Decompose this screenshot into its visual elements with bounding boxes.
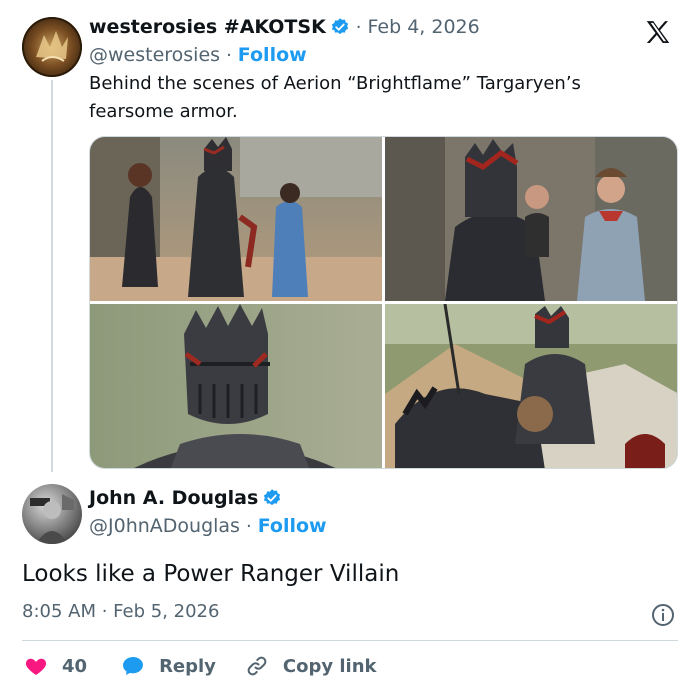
tweet-display-name[interactable]: westerosies #AKOTSK xyxy=(89,16,326,38)
verified-badge-icon xyxy=(331,18,348,35)
follow-button[interactable]: Follow xyxy=(238,44,307,66)
actions-divider xyxy=(22,640,678,641)
reply-text: Looks like a Power Ranger Villain xyxy=(22,561,400,587)
like-button[interactable]: 40 xyxy=(24,654,87,678)
reply-bubble-icon xyxy=(123,657,144,675)
copy-link-label: Copy link xyxy=(282,655,377,677)
copy-link-button[interactable]: Copy link xyxy=(245,654,377,678)
tweet-text: Behind the scenes of Aerion “Brightflame… xyxy=(89,73,581,122)
reply-handle[interactable]: @J0hnADouglas xyxy=(89,515,240,537)
reply-timestamp[interactable]: 8:05 AM · Feb 5, 2026 xyxy=(22,601,219,622)
heart-icon xyxy=(25,658,47,675)
subheader-separator: · xyxy=(226,44,232,66)
reply-follow-button[interactable]: Follow xyxy=(258,515,327,537)
info-icon[interactable] xyxy=(651,603,675,627)
link-icon xyxy=(247,656,267,676)
reply-subheader-separator: · xyxy=(245,515,252,537)
westerosies-avatar[interactable] xyxy=(22,17,82,77)
reply-display-name[interactable]: John A. Douglas xyxy=(89,487,258,509)
action-bar: 40 Reply Copy link xyxy=(24,652,377,680)
photo-helmet-closeup[interactable] xyxy=(90,304,382,468)
photo-armor-crew[interactable] xyxy=(385,137,677,301)
reply-label: Reply xyxy=(159,655,216,677)
photo-knight-horseback[interactable] xyxy=(385,304,677,468)
media-grid xyxy=(89,136,678,469)
verified-badge-icon xyxy=(264,489,281,506)
photo-armor-fitting[interactable] xyxy=(90,137,382,301)
reply-subheader: @J0hnADouglas · Follow xyxy=(89,515,327,537)
reply-button[interactable]: Reply xyxy=(121,654,216,678)
header-separator: · xyxy=(355,16,362,38)
tweet-handle[interactable]: @westerosies xyxy=(89,44,220,66)
tweet-header: westerosies #AKOTSK · Feb 4, 2026 xyxy=(89,16,480,38)
x-logo-icon[interactable] xyxy=(640,18,676,48)
thread-connector-line xyxy=(51,80,53,472)
tweet-date[interactable]: Feb 4, 2026 xyxy=(368,16,480,38)
reply-header: John A. Douglas xyxy=(89,487,282,509)
john-douglas-avatar[interactable] xyxy=(22,484,82,544)
tweet-subheader: @westerosies · Follow xyxy=(89,44,307,66)
like-count: 40 xyxy=(62,655,88,677)
